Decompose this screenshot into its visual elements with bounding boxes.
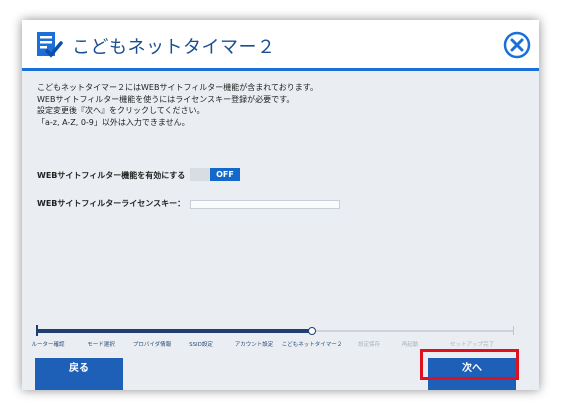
progress-step-label: セットアップ完了 xyxy=(449,342,495,348)
description-line: WEBサイトフィルター機能を使うにはライセンスキー登録が必要です。 xyxy=(37,94,295,104)
license-key-label: WEBサイトフィルターライセンスキー： xyxy=(37,199,186,208)
progress-step-label: ルーター確認 xyxy=(31,342,65,348)
back-button[interactable]: 戻る xyxy=(35,358,123,390)
window-title: こどもネットタイマー２ xyxy=(72,37,276,58)
checklist-icon xyxy=(37,32,63,58)
progress-step-label: SSID設定 xyxy=(189,342,213,348)
description-line: こどもネットタイマー２にはWEBサイトフィルター機能が含まれております。 xyxy=(37,83,319,92)
description-text: こどもネットタイマー２にはWEBサイトフィルター機能が含まれております。 WEB… xyxy=(37,82,318,128)
progress-current-marker xyxy=(308,327,316,335)
progress-step-label: プロバイダ情報 xyxy=(132,342,172,348)
setup-dialog: こどもネットタイマー２ こどもネットタイマー２にはWEBサイトフィルター機能が含… xyxy=(22,20,539,390)
progress-step-label: 設定保存 xyxy=(357,342,381,348)
license-key-input[interactable] xyxy=(190,200,340,209)
progress-end-marker xyxy=(513,326,514,335)
progress-step-label: こどもネットタイマー２ xyxy=(281,342,343,348)
title-bar: こどもネットタイマー２ xyxy=(22,20,539,68)
close-circle-icon[interactable] xyxy=(503,31,531,59)
progress-start-marker xyxy=(36,325,38,336)
title-divider xyxy=(22,68,539,71)
next-button[interactable]: 次へ xyxy=(428,358,516,390)
description-line: 「a-z, A-Z, 0-9」以外は入力できません。 xyxy=(37,117,190,127)
filter-toggle-label: WEBサイトフィルター機能を有効にする xyxy=(37,171,186,180)
toggle-knob xyxy=(190,168,210,181)
progress-step-label: 再起動 xyxy=(401,342,419,348)
toggle-state-text: OFF xyxy=(210,168,240,181)
description-line: 設定変更後『次へ』をクリックしてください。 xyxy=(37,106,205,115)
progress-step-label: アカウント設定 xyxy=(234,342,274,348)
progress-step-label: モード選択 xyxy=(87,342,115,348)
filter-toggle-switch[interactable]: OFF xyxy=(190,168,240,181)
progress-fill xyxy=(36,329,312,333)
